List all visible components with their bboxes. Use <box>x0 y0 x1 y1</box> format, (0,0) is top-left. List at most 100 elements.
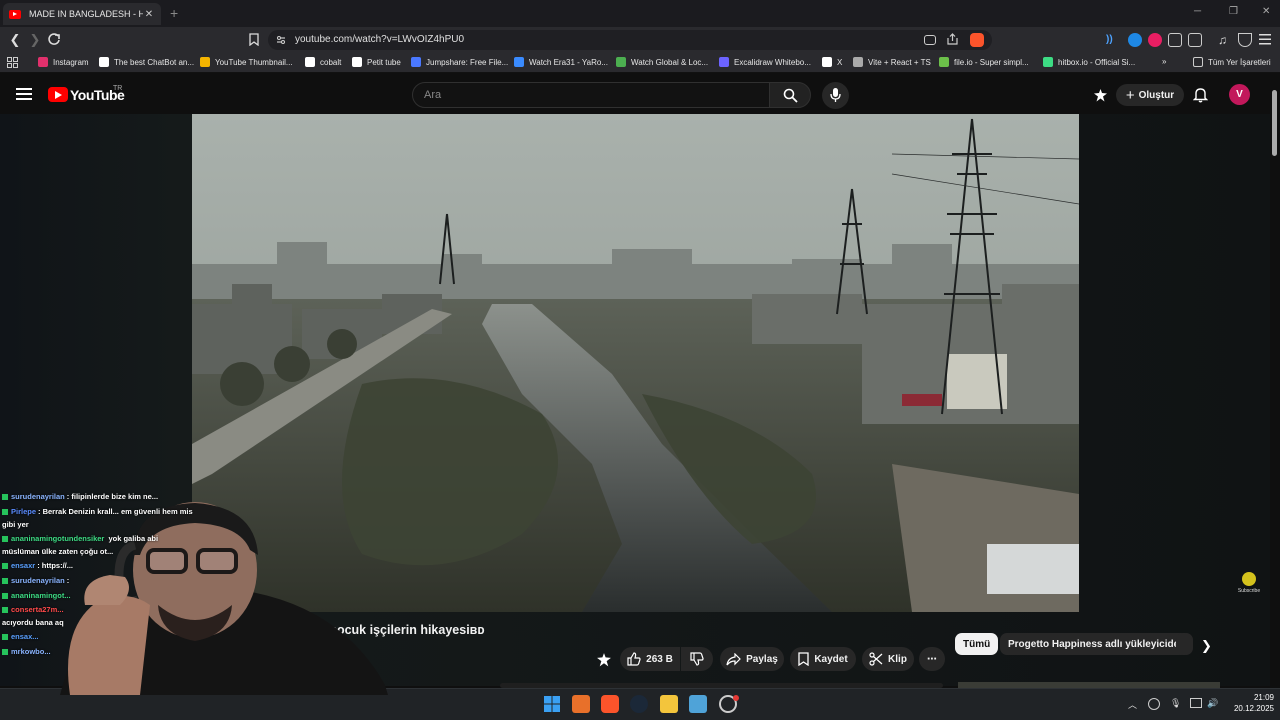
tray-volume-icon[interactable]: 🔊 <box>1207 698 1218 709</box>
youtube-logo-icon[interactable] <box>48 87 68 102</box>
display-app-icon[interactable] <box>689 695 707 713</box>
microphone-icon <box>830 88 841 102</box>
brave-browser-icon[interactable] <box>601 695 619 713</box>
windows-start-icon[interactable] <box>543 695 561 713</box>
bookmarks-overflow-button[interactable]: » <box>1162 57 1166 66</box>
clock-time: 21:09 <box>1253 693 1274 702</box>
save-button[interactable]: Kaydet <box>790 647 856 671</box>
share-button[interactable]: Paylaş <box>720 647 784 671</box>
tray-mic-icon[interactable]: 🎙 <box>1170 698 1181 709</box>
bookmark-favicon-icon <box>719 57 729 67</box>
all-bookmarks-folder[interactable]: Tüm Yer İşaretleri <box>1193 57 1271 67</box>
wallet-shield-icon[interactable] <box>1238 33 1252 47</box>
chip-uploader[interactable]: Progetto Happiness adlı yükleyiciden <box>1000 633 1194 655</box>
extension-shield-icon[interactable] <box>1148 33 1162 47</box>
share-page-icon[interactable] <box>946 33 959 46</box>
chips-next-icon[interactable]: ❯ <box>1201 638 1212 654</box>
thumbs-down-icon <box>690 652 704 666</box>
back-icon[interactable]: ❮ <box>8 32 22 48</box>
chat-username: ensaxr <box>11 561 36 570</box>
more-actions-button[interactable]: ⋯ <box>919 647 945 671</box>
tab-close-icon[interactable]: ✕ <box>143 9 155 20</box>
forward-icon[interactable]: ❯ <box>28 32 42 48</box>
bookmark-item[interactable]: Jumpshare: Free File... <box>411 57 508 67</box>
create-button[interactable]: + Oluştur <box>1116 84 1184 106</box>
bookmark-item[interactable]: Watch Era31 - YaRo... <box>514 57 608 67</box>
save-bookmark-icon <box>798 652 809 666</box>
chat-badge-icon <box>2 607 8 614</box>
bookmark-item[interactable]: hitbox.io - Official Si... <box>1043 57 1135 67</box>
browser-tab[interactable]: MADE IN BANGLADESH - Hızlı M ✕ <box>3 3 161 25</box>
bookmark-item[interactable]: file.io - Super simpl... <box>939 57 1029 67</box>
chat-badge-icon <box>2 649 8 656</box>
tray-network-icon[interactable] <box>1190 698 1202 708</box>
bookmark-item[interactable]: cobalt <box>305 57 341 67</box>
notifications-bell-icon[interactable] <box>1193 87 1208 103</box>
bookmark-label: hitbox.io - Official Si... <box>1058 57 1136 67</box>
chat-message: müslüman ülke zaten çoğu ot... <box>2 547 113 556</box>
steam-icon[interactable] <box>630 695 648 713</box>
cast-icon[interactable] <box>924 35 936 45</box>
bookmark-label: Instagram <box>53 57 89 67</box>
site-settings-icon[interactable] <box>276 35 286 45</box>
tray-overflow-icon[interactable]: ︿ <box>1128 698 1137 711</box>
media-music-icon[interactable]: ♫ <box>1218 33 1232 47</box>
extension-vpn-icon[interactable] <box>1128 33 1142 47</box>
scrollbar-thumb[interactable] <box>1272 90 1277 156</box>
extension-sound-icon[interactable]: )) <box>1106 34 1118 46</box>
bookmark-page-icon[interactable] <box>248 33 260 46</box>
bookmark-item[interactable]: YouTube Thumbnail... <box>200 57 293 67</box>
tray-sync-icon[interactable] <box>1148 698 1160 710</box>
chat-message: gibi yer <box>2 520 29 529</box>
clip-button[interactable]: Klip <box>862 647 914 671</box>
chat-username: Pirlepe <box>11 507 37 516</box>
bookmark-item[interactable]: The best ChatBot an... <box>99 57 194 67</box>
guide-menu-icon[interactable] <box>16 88 32 100</box>
bookmark-item[interactable]: Instagram <box>38 57 89 67</box>
subscribe-watermark[interactable]: Subscribe <box>1236 572 1262 594</box>
apps-grid-icon[interactable] <box>7 57 18 68</box>
page-scrollbar[interactable] <box>1270 84 1280 686</box>
bookmark-label: YouTube Thumbnail... <box>215 57 293 67</box>
bookmark-item[interactable]: Petit tube <box>352 57 401 67</box>
bookmark-item[interactable]: Vite + React + TS <box>853 57 931 67</box>
restore-icon[interactable]: ❐ <box>1229 6 1238 17</box>
bookmark-item[interactable]: Watch Global & Loc... <box>616 57 708 67</box>
window-close-icon[interactable]: ✕ <box>1262 6 1270 17</box>
bookmark-label: X <box>837 57 843 67</box>
bookmark-item[interactable]: Excalidraw Whitebo... <box>719 57 811 67</box>
browser-menu-icon[interactable] <box>1259 34 1271 45</box>
clock-date: 20.12.2025 <box>1233 704 1274 713</box>
bookmark-label: cobalt <box>320 57 342 67</box>
minimize-icon[interactable]: ─ <box>1194 6 1201 17</box>
premium-star-icon[interactable] <box>596 652 612 668</box>
like-button[interactable]: 263 B <box>620 647 680 671</box>
chat-message: ananinamingot... <box>2 591 73 600</box>
chip-partial[interactable] <box>1176 633 1192 655</box>
bookmark-label: Vite + React + TS <box>868 57 931 67</box>
new-tab-button[interactable]: + <box>170 5 178 21</box>
chat-text: acıyordu bana aq <box>2 618 64 627</box>
search-button[interactable] <box>769 82 811 108</box>
reload-icon[interactable] <box>47 32 61 46</box>
voice-search-button[interactable] <box>822 82 849 109</box>
chat-text: : Berrak Denizin krall... em güvenli hem… <box>38 507 193 516</box>
browser-tab-bar <box>0 0 1280 27</box>
brave-shield-icon[interactable] <box>970 33 984 47</box>
all-bookmarks-label: Tüm Yer İşaretleri <box>1208 57 1271 67</box>
account-avatar[interactable]: V <box>1229 84 1250 105</box>
file-explorer-icon[interactable] <box>660 695 678 713</box>
app-launcher-icon[interactable] <box>572 695 590 713</box>
dislike-button[interactable] <box>681 647 713 671</box>
chat-username: ensax... <box>11 632 39 641</box>
chip-all[interactable]: Tümü <box>955 633 999 655</box>
taskbar-clock[interactable]: 21:09 20.12.2025 <box>1226 692 1274 714</box>
bookmark-favicon-icon <box>352 57 362 67</box>
search-input[interactable] <box>412 82 770 108</box>
chat-text: : https://... <box>37 561 74 570</box>
premium-icon[interactable] <box>1093 88 1108 103</box>
sidebar-toggle-icon[interactable] <box>1188 33 1202 47</box>
extensions-puzzle-icon[interactable] <box>1168 33 1182 47</box>
bookmark-item[interactable]: X <box>822 57 842 67</box>
bookmark-favicon-icon <box>411 57 421 67</box>
